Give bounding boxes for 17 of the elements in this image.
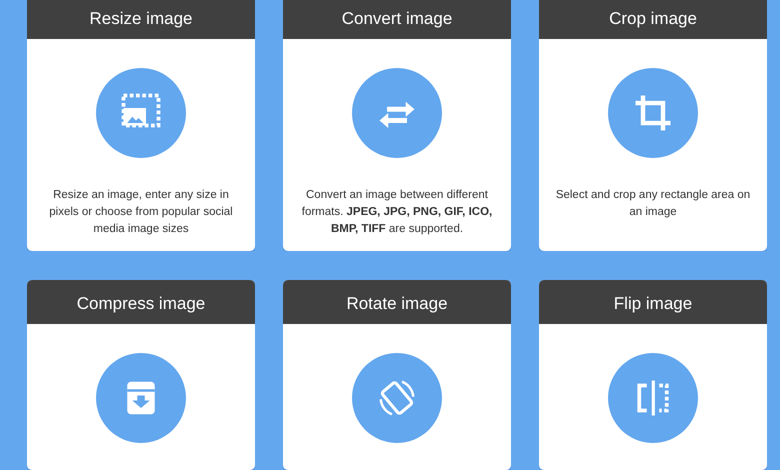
card-title: Crop image (539, 0, 767, 39)
tool-card[interactable]: Flip image (539, 280, 767, 470)
card-title: Resize image (27, 0, 255, 39)
tool-card[interactable]: Crop image Select and crop any rectangle area on an image (539, 0, 767, 251)
rotate-device-icon (377, 378, 417, 418)
card-title: Flip image (539, 280, 767, 324)
card-description: Convert an image between different formats. JPEG, JPG, PNG, GIF, ICO, BMP, TIFF are supported. (300, 188, 494, 237)
card-description: Select and crop any rectangle area on an image (554, 188, 752, 220)
tool-card[interactable]: Rotate image (283, 280, 511, 470)
card-title: Rotate image (283, 280, 511, 324)
crop-icon (633, 93, 673, 133)
card-title: Compress image (27, 280, 255, 324)
tool-card[interactable]: Resize image Resize an image, enter any size in pixels or choose from popular social media image sizes (27, 0, 255, 251)
tool-card[interactable]: Convert image Convert an image between different formats. JPEG, JPG, PNG, GIF, ICO, BMP, TIFF are supported. (283, 0, 511, 251)
card-description: Resize an image, enter any size in pixels or choose from popular social media image sizes (48, 188, 234, 237)
card-title: Convert image (283, 0, 511, 39)
tool-card[interactable]: Compress image (27, 280, 255, 470)
